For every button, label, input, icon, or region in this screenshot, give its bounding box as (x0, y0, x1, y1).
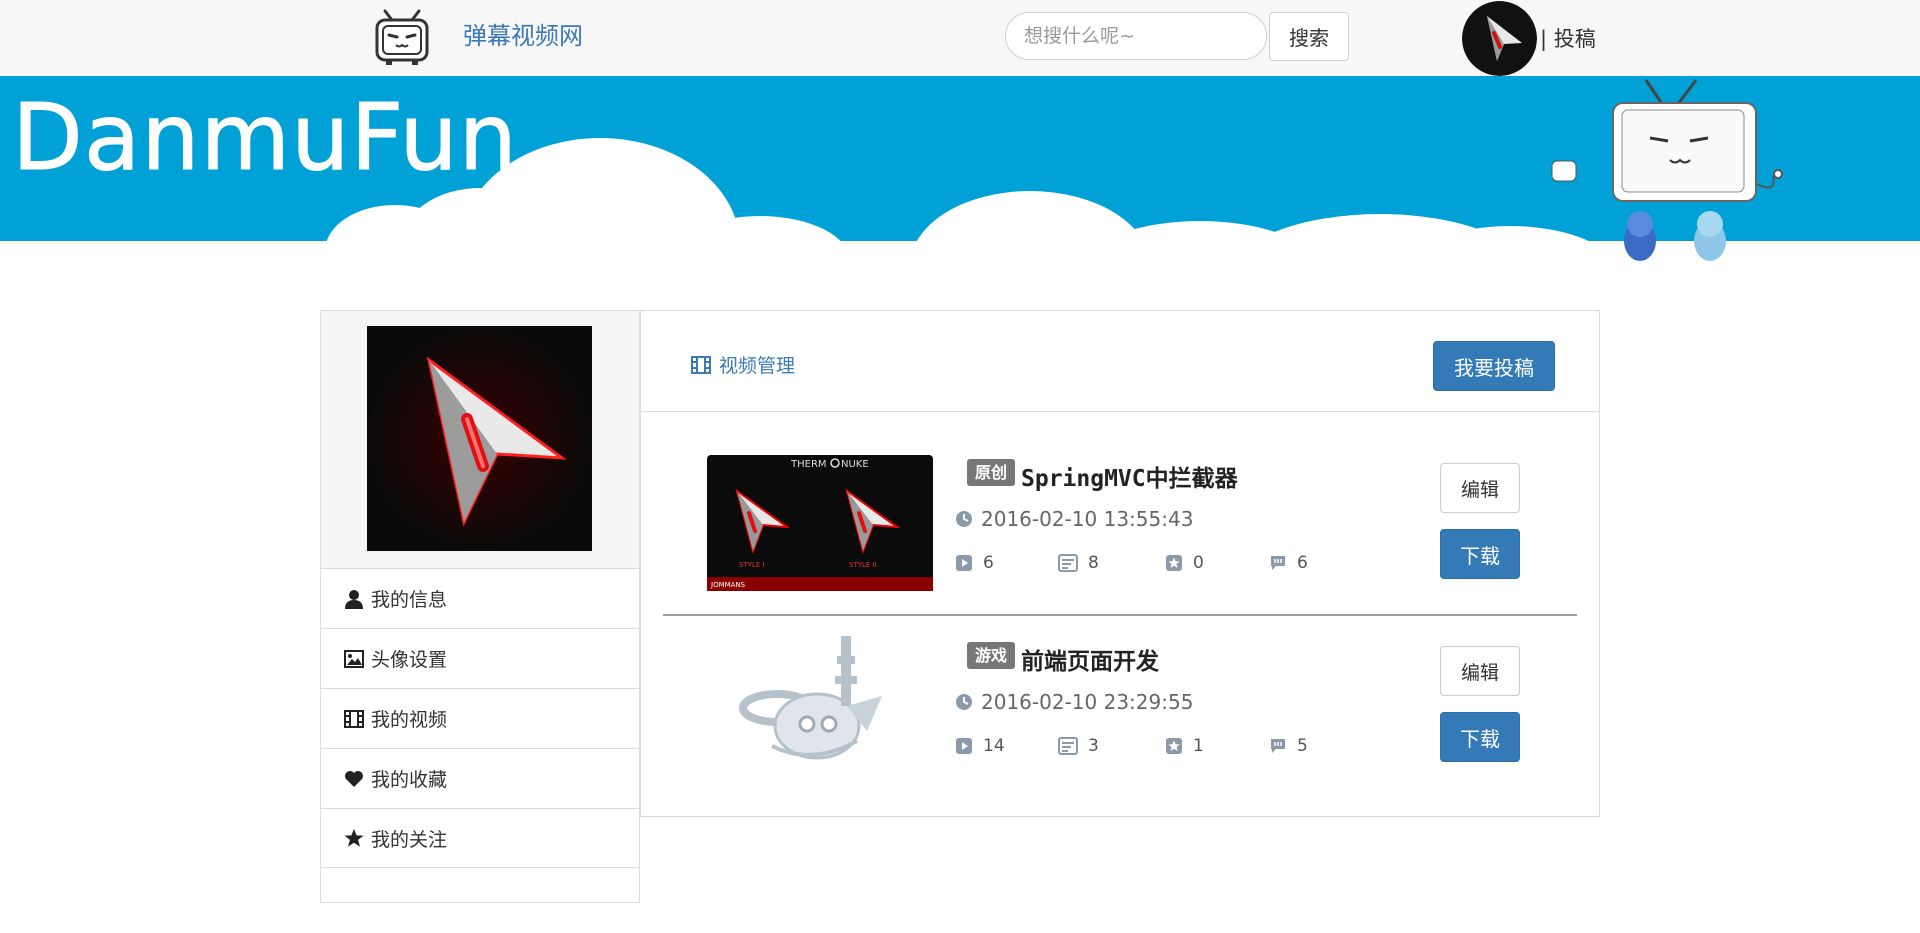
danmaku-icon (1058, 554, 1078, 572)
panel-title: 视频管理 (719, 355, 796, 377)
danmaku-count-value: 8 (1088, 553, 1099, 573)
top-navbar: 弹幕视频网 搜索 | 投稿 (0, 0, 1920, 76)
sidebar-item-my-follows[interactable]: 我的关注 (321, 808, 639, 868)
category-tag: 原创 (967, 459, 1016, 486)
search-button[interactable]: 搜索 (1269, 12, 1349, 61)
video-title[interactable]: SpringMVC中拦截器 (1021, 459, 1238, 493)
sidebar-item-label: 头像设置 (371, 649, 448, 671)
video-time: 2016-02-10 13:55:43 (955, 507, 1193, 531)
video-stats: 6 8 0 6 (955, 553, 1335, 577)
play-icon (955, 554, 973, 572)
user-sidebar: 我的信息 头像设置 我的视频 我的收藏 我的关注 (320, 310, 640, 903)
sidebar-item-label: 我的收藏 (371, 769, 448, 791)
submit-video-button[interactable]: 我要投稿 (1433, 341, 1555, 391)
thumb-author-text: JOMMANS (710, 581, 746, 589)
favorite-count: 0 (1165, 553, 1204, 573)
comment-count-value: 6 (1297, 553, 1308, 573)
video-list-item: THERM NUKE STYLE I STYLE II JOMMANS 原创 S… (663, 411, 1577, 591)
upload-time: 2016-02-10 13:55:43 (981, 507, 1194, 531)
upload-time: 2016-02-10 23:29:55 (981, 690, 1194, 714)
comment-count-value: 5 (1297, 736, 1308, 756)
favorite-count-value: 0 (1193, 553, 1204, 573)
sidebar-item-my-info[interactable]: 我的信息 (321, 568, 639, 628)
comment-icon (1269, 554, 1287, 572)
comment-count: 6 (1269, 553, 1308, 573)
play-count-value: 6 (983, 553, 994, 573)
thumb-brand-text: THERM (790, 459, 827, 470)
favorite-icon (1165, 554, 1183, 572)
clock-icon (955, 510, 973, 528)
heart-icon (343, 769, 365, 789)
upload-link[interactable]: | 投稿 (1540, 23, 1596, 53)
sidebar-item-label: 我的视频 (371, 709, 448, 731)
film-icon (691, 355, 711, 374)
video-title[interactable]: 前端页面开发 (1021, 642, 1159, 676)
user-avatar[interactable] (1462, 1, 1537, 76)
video-stats: 14 3 1 5 (955, 736, 1335, 760)
category-tag: 游戏 (967, 642, 1016, 669)
comment-count: 5 (1269, 736, 1308, 756)
favorite-count: 1 (1165, 736, 1204, 756)
tv-logo-icon[interactable] (372, 8, 432, 68)
thumb-style-text: STYLE II (849, 561, 877, 569)
sidebar-item-label: 我的关注 (371, 828, 448, 851)
download-button[interactable]: 下载 (1440, 712, 1520, 762)
thumb-style-text: STYLE I (739, 561, 765, 569)
video-time: 2016-02-10 23:29:55 (955, 690, 1193, 714)
sidebar-item-avatar-settings[interactable]: 头像设置 (321, 628, 639, 688)
site-name-link[interactable]: 弹幕视频网 (463, 24, 583, 48)
video-list-item: 游戏 前端页面开发 2016-02-10 23:29:55 14 3 1 5 编… (663, 614, 1577, 796)
danmaku-icon (1058, 737, 1078, 755)
panel-header: 视频管理 我要投稿 (641, 311, 1599, 412)
play-count: 6 (955, 553, 994, 573)
sidebar-item-my-videos[interactable]: 我的视频 (321, 688, 639, 748)
avatar-box (321, 311, 639, 568)
banner-logo-text: DanmuFun (12, 84, 518, 191)
clock-icon (955, 693, 973, 711)
thumb-brand-text: NUKE (841, 459, 869, 470)
sidebar-item-label: 我的信息 (371, 589, 448, 611)
user-icon (343, 589, 365, 609)
danmaku-count-value: 3 (1088, 736, 1099, 756)
user-avatar-large[interactable] (367, 326, 592, 551)
favorite-count-value: 1 (1193, 736, 1204, 756)
play-icon (955, 737, 973, 755)
download-button[interactable]: 下载 (1440, 529, 1520, 579)
video-management-panel: 视频管理 我要投稿 THERM NUKE STYLE I STYLE II JO… (640, 310, 1600, 817)
banner: DanmuFun (0, 76, 1920, 286)
sidebar-item-my-favorites[interactable]: 我的收藏 (321, 748, 639, 808)
star-icon (343, 828, 365, 848)
tab-video-management[interactable]: 视频管理 (691, 351, 795, 378)
danmaku-count: 8 (1058, 553, 1099, 573)
video-thumbnail[interactable] (707, 636, 933, 772)
film-icon (343, 709, 365, 729)
picture-icon (343, 649, 365, 669)
edit-button[interactable]: 编辑 (1440, 463, 1520, 513)
comment-icon (1269, 737, 1287, 755)
video-thumbnail[interactable]: THERM NUKE STYLE I STYLE II JOMMANS (707, 455, 933, 591)
edit-button[interactable]: 编辑 (1440, 646, 1520, 696)
danmaku-count: 3 (1058, 736, 1099, 756)
play-count: 14 (955, 736, 1005, 756)
favorite-icon (1165, 737, 1183, 755)
play-count-value: 14 (983, 736, 1005, 756)
sidebar-menu: 我的信息 头像设置 我的视频 我的收藏 我的关注 (321, 568, 639, 868)
search-input[interactable] (1005, 12, 1267, 60)
